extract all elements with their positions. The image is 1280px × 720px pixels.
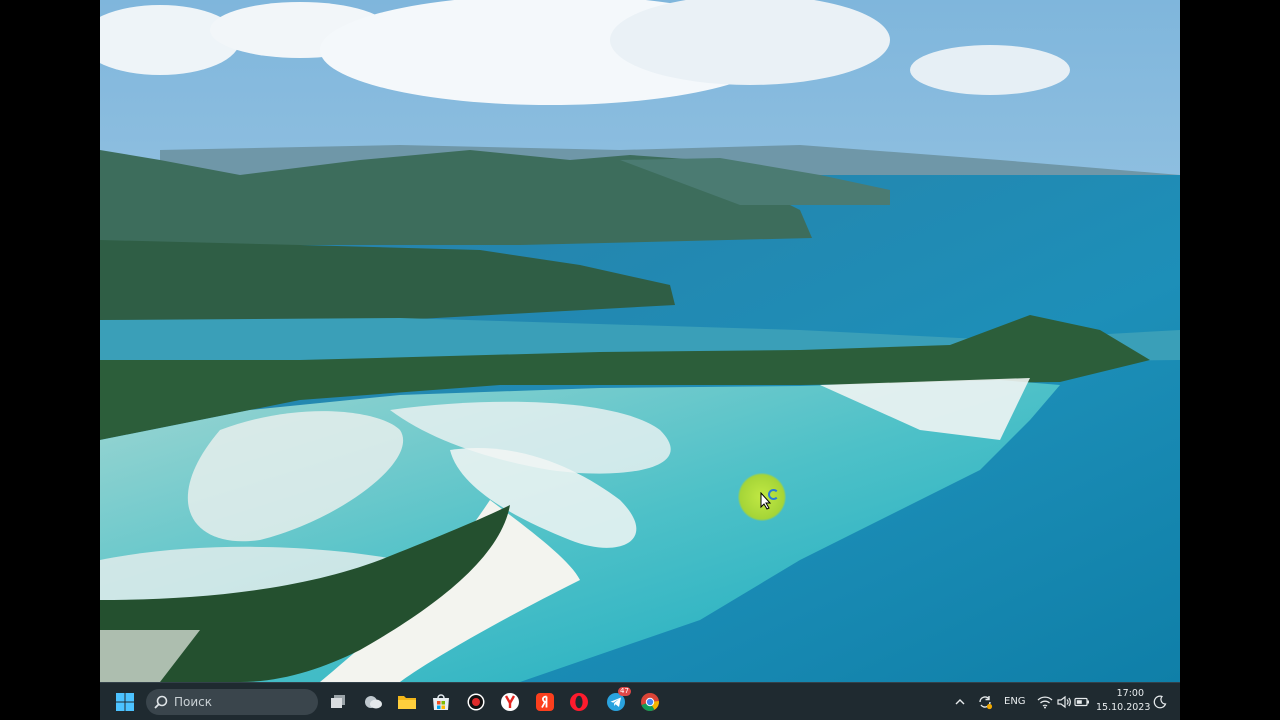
microsoft-store-icon xyxy=(433,694,449,710)
battery-button[interactable] xyxy=(1070,690,1094,714)
record-icon xyxy=(467,693,485,711)
yandex-icon xyxy=(536,693,554,711)
yandex-button[interactable] xyxy=(533,690,557,714)
chrome-icon xyxy=(641,693,659,712)
search-icon xyxy=(154,695,168,709)
weather-icon xyxy=(365,696,382,709)
telegram-unread-badge: 47 xyxy=(618,687,631,696)
battery-icon xyxy=(1074,697,1089,707)
chrome-button[interactable] xyxy=(638,690,662,714)
taskbar-search-box[interactable]: Поиск xyxy=(146,689,318,715)
clock-time: 17:00 xyxy=(1116,688,1144,699)
yandex-browser-icon xyxy=(501,693,519,711)
microsoft-store-button[interactable] xyxy=(429,690,453,714)
file-explorer-button[interactable] xyxy=(395,690,419,714)
notifications-button[interactable] xyxy=(1148,690,1172,714)
taskbar: Поиск 47 ENG 17:00 15.10.2023 xyxy=(100,682,1180,720)
chevron-up-icon xyxy=(955,699,965,705)
task-view-button[interactable] xyxy=(326,690,350,714)
moon-icon xyxy=(1153,695,1167,709)
clock-button[interactable]: 17:00 15.10.2023 xyxy=(1096,687,1151,717)
weather-widget-button[interactable] xyxy=(361,690,385,714)
sync-status-button[interactable] xyxy=(973,690,997,714)
telegram-button[interactable]: 47 xyxy=(604,687,631,714)
input-language-indicator[interactable]: ENG xyxy=(1004,696,1026,707)
desktop-screen: Поиск 47 ENG 17:00 15.10.2023 xyxy=(100,0,1180,720)
wifi-icon xyxy=(1037,696,1053,709)
task-view-icon xyxy=(331,695,345,708)
start-button[interactable] xyxy=(113,690,137,714)
clock-date: 15.10.2023 xyxy=(1096,702,1151,713)
opera-icon xyxy=(570,693,588,711)
busy-indicator-icon xyxy=(768,489,779,500)
sync-icon xyxy=(979,696,993,710)
file-explorer-icon xyxy=(398,696,416,709)
screen-recorder-button[interactable] xyxy=(464,690,488,714)
desktop-wallpaper xyxy=(100,0,1180,682)
search-placeholder: Поиск xyxy=(174,695,213,709)
windows-start-icon xyxy=(116,693,134,711)
opera-button[interactable] xyxy=(567,690,591,714)
show-hidden-icons-button[interactable] xyxy=(948,690,972,714)
yandex-browser-button[interactable] xyxy=(498,690,522,714)
